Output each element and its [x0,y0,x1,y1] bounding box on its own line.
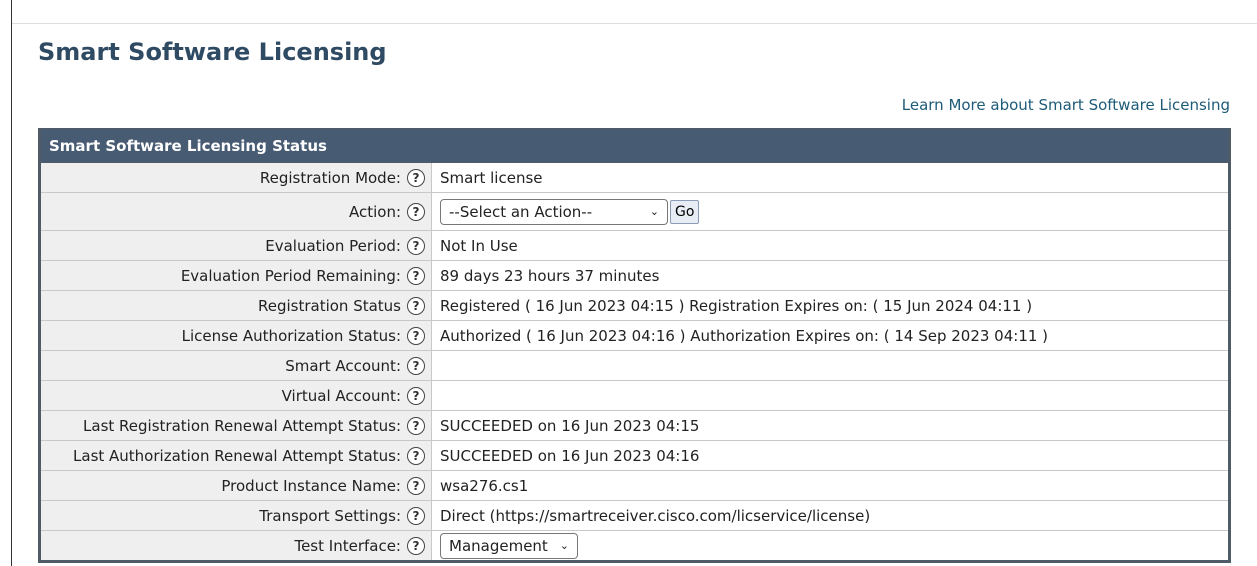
row-label-cell: Test Interface:? [39,530,432,562]
row-value-cell: --Select an Action-- ⌄ Go [431,192,1230,231]
row-value-cell [431,350,1230,381]
table-row: Smart Account:? [39,350,1230,381]
registration-mode-value: Smart license [440,168,543,187]
row-value-cell: Registered ( 16 Jun 2023 04:15 ) Registr… [431,290,1230,321]
registration-status-label: Registration Status [257,296,401,315]
help-icon[interactable]: ? [407,326,425,345]
help-icon[interactable]: ? [407,416,425,435]
chevron-down-icon: ⌄ [649,205,659,218]
row-value-cell: Not In Use [431,230,1230,261]
help-icon[interactable]: ? [407,446,425,465]
learn-more-link[interactable]: Learn More about Smart Software Licensin… [902,96,1230,114]
row-value-cell: wsa276.cs1 [431,470,1230,501]
left-border [11,0,12,566]
action-select-value: --Select an Action-- [449,202,593,221]
help-icon[interactable]: ? [407,202,425,221]
table-row: Evaluation Period:? Not In Use [39,230,1230,261]
row-label-cell: Evaluation Period:? [39,230,432,261]
help-icon[interactable]: ? [407,506,425,525]
last-authorization-renewal-attempt-status-value: SUCCEEDED on 16 Jun 2023 04:16 [440,446,700,465]
page-title: Smart Software Licensing [38,38,387,66]
chevron-down-icon: ⌄ [559,539,569,552]
table-row: Evaluation Period Remaining:? 89 days 23 … [39,260,1230,291]
licensing-status-table: Smart Software Licensing Status Registra… [38,128,1231,563]
row-label-cell: Smart Account:? [39,350,432,381]
table-row: Test Interface:? Management ⌄ [39,530,1230,562]
product-instance-name-label: Product Instance Name: [221,476,401,495]
help-icon[interactable]: ? [407,356,425,375]
help-icon[interactable]: ? [407,536,425,555]
row-value-cell: Management ⌄ [431,530,1230,562]
evaluation-period-value: Not In Use [440,236,518,255]
row-value-cell [431,380,1230,411]
table-row: Last Registration Renewal Attempt Status… [39,410,1230,441]
go-button[interactable]: Go [670,199,700,224]
help-icon[interactable]: ? [407,296,425,315]
row-value-cell: Direct (https://smartreceiver.cisco.com/… [431,500,1230,531]
table-row: Action:? --Select an Action-- ⌄ Go [39,192,1230,231]
row-label-cell: Transport Settings:? [39,500,432,531]
license-authorization-status-label: License Authorization Status: [181,326,401,345]
transport-settings-label: Transport Settings: [259,506,401,525]
evaluation-period-remaining-value: 89 days 23 hours 37 minutes [440,266,660,285]
transport-settings-value: Direct (https://smartreceiver.cisco.com/… [440,506,871,525]
row-label-cell: Registration Mode:? [39,162,432,193]
product-instance-name-value: wsa276.cs1 [440,476,529,495]
test-interface-select-value: Management [449,536,548,555]
row-value-cell: Smart license [431,162,1230,193]
row-label-cell: Product Instance Name:? [39,470,432,501]
virtual-account-label: Virtual Account: [281,386,401,405]
smart-account-label: Smart Account: [285,356,401,375]
row-label-cell: Virtual Account:? [39,380,432,411]
row-label-cell: License Authorization Status:? [39,320,432,351]
row-label-cell: Action:? [39,192,432,231]
row-value-cell: SUCCEEDED on 16 Jun 2023 04:16 [431,440,1230,471]
last-registration-renewal-attempt-status-label: Last Registration Renewal Attempt Status… [83,416,401,435]
last-registration-renewal-attempt-status-value: SUCCEEDED on 16 Jun 2023 04:15 [440,416,700,435]
help-icon[interactable]: ? [407,168,425,187]
test-interface-select[interactable]: Management ⌄ [440,532,578,559]
row-label-cell: Last Authorization Renewal Attempt Statu… [39,440,432,471]
help-icon[interactable]: ? [407,266,425,285]
table-row: Transport Settings:? Direct (https://smar… [39,500,1230,531]
table-row: Product Instance Name:? wsa276.cs1 [39,470,1230,501]
table-header: Smart Software Licensing Status [39,128,1230,163]
row-label-cell: Last Registration Renewal Attempt Status… [39,410,432,441]
registration-mode-label: Registration Mode: [259,168,401,187]
license-authorization-status-value: Authorized ( 16 Jun 2023 04:16 ) Authori… [440,326,1049,345]
help-icon[interactable]: ? [407,236,425,255]
table-row: Virtual Account:? [39,380,1230,411]
row-value-cell: SUCCEEDED on 16 Jun 2023 04:15 [431,410,1230,441]
test-interface-label: Test Interface: [294,536,401,555]
row-label-cell: Registration Status? [39,290,432,321]
action-select[interactable]: --Select an Action-- ⌄ [440,198,668,225]
evaluation-period-remaining-label: Evaluation Period Remaining: [180,266,401,285]
table-row: Registration Status? Registered ( 16 Jun … [39,290,1230,321]
row-value-cell: 89 days 23 hours 37 minutes [431,260,1230,291]
row-value-cell: Authorized ( 16 Jun 2023 04:16 ) Authori… [431,320,1230,351]
table-row: Registration Mode:? Smart license [39,162,1230,193]
help-icon[interactable]: ? [407,386,425,405]
evaluation-period-label: Evaluation Period: [265,236,401,255]
table-row: License Authorization Status:? Authorized… [39,320,1230,351]
row-label-cell: Evaluation Period Remaining:? [39,260,432,291]
action-label: Action: [348,202,401,221]
registration-status-value: Registered ( 16 Jun 2023 04:15 ) Registr… [440,296,1033,315]
top-divider [12,23,1257,24]
table-row: Last Authorization Renewal Attempt Statu… [39,440,1230,471]
last-authorization-renewal-attempt-status-label: Last Authorization Renewal Attempt Statu… [73,446,401,465]
help-icon[interactable]: ? [407,476,425,495]
